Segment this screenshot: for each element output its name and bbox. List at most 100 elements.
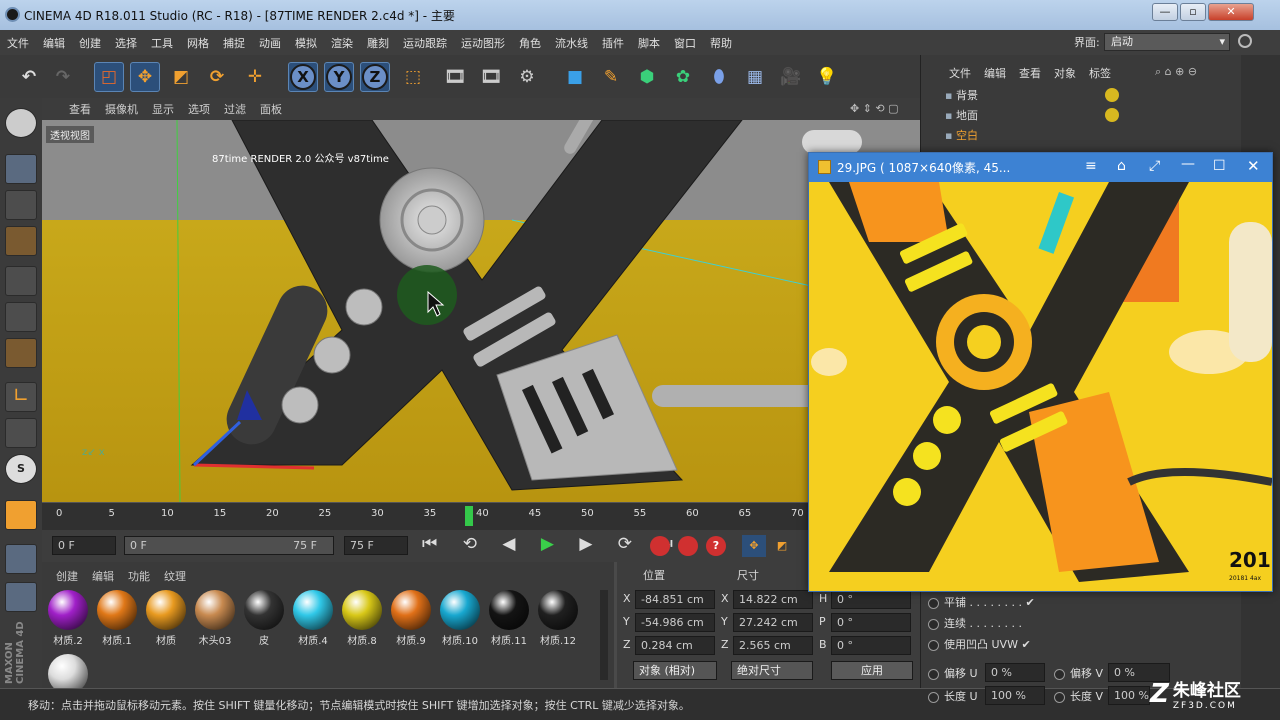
timeline-ruler[interactable]: 0 5 10 15 20 25 30 35 40 45 50 55 60 65 70 [42,502,920,530]
workplane-grid-icon[interactable] [5,544,37,574]
locked-workplane-icon[interactable] [5,582,37,612]
material-menu-item[interactable]: 编辑 [92,568,114,584]
object-menu-item[interactable]: 编辑 [984,65,1006,81]
cloner-icon[interactable]: ✿ [668,62,698,92]
menu-item[interactable]: 网格 [180,35,216,51]
menu-item[interactable]: 运动图形 [454,35,512,51]
material-tag-icon[interactable] [1105,88,1119,102]
size-mode-select[interactable]: 绝对尺寸 [731,661,813,680]
menu-item[interactable]: 雕刻 [360,35,396,51]
viewport-menu-item[interactable]: 显示 [145,101,181,117]
search-icon[interactable] [1238,34,1252,48]
rotate-tool-icon[interactable]: ⟳ [202,62,232,92]
minimize-icon[interactable]: — [1181,156,1195,172]
object-manager-icons[interactable]: ⌕ ⌂ ⊕ ⊖ [1155,65,1197,79]
transform-tool-icon[interactable]: ✛ [240,62,270,92]
coordinate-system-icon[interactable]: ⬚ [398,62,428,92]
viewport-nav-icons[interactable]: ✥ ⇕ ⟲ ▢ [850,102,899,115]
frame-range-slider[interactable]: 0 F 75 F [124,536,334,555]
workplane-mode-icon[interactable] [5,226,37,256]
model-mode-icon[interactable] [5,154,37,184]
scale-key-icon[interactable]: ◩ [770,535,794,557]
menu-item[interactable]: 文件 [0,35,36,51]
menu-item[interactable]: 帮助 [703,35,739,51]
fullscreen-icon[interactable]: ⤢ [1149,158,1160,174]
menu-item[interactable]: 动画 [252,35,288,51]
position-field[interactable]: -54.986 cm [635,613,715,632]
apply-button[interactable]: 应用 [831,661,913,680]
move-tool-icon[interactable]: ✥ [130,62,160,92]
material-swatch[interactable]: 皮 [242,590,286,647]
material-menu-item[interactable]: 纹理 [164,568,186,584]
length-u-field[interactable]: 100 % [985,686,1045,705]
seamless-option[interactable]: 连续 . . . . . . . . [928,615,1022,631]
maximize-button[interactable]: ▫ [1180,3,1206,21]
light-icon[interactable]: 💡 [812,62,842,92]
texture-mode-icon[interactable] [5,190,37,220]
timeline-playhead[interactable] [465,506,474,526]
material-tag-icon[interactable] [1105,108,1119,122]
pin-icon[interactable]: ⌂ [1117,158,1126,174]
menu-item[interactable]: 模拟 [288,35,324,51]
material-swatch[interactable]: 材质.11 [487,590,531,647]
x-axis-lock-icon[interactable]: X [288,62,318,92]
close-icon[interactable]: ✕ [1247,157,1260,175]
object-menu-item[interactable]: 标签 [1089,65,1111,81]
object-menu-item[interactable]: 对象 [1054,65,1076,81]
floor-icon[interactable]: ▦ [740,62,770,92]
material-swatch[interactable]: 材质.1 [95,590,139,647]
material-swatch[interactable]: 材质.8 [340,590,384,647]
z-axis-lock-icon[interactable]: Z [360,62,390,92]
size-field[interactable]: 2.565 cm [733,636,813,655]
deformer-icon[interactable]: ⬮ [704,62,734,92]
axis-mode-icon[interactable]: ∟ [5,382,37,412]
menu-item[interactable]: 捕捉 [216,35,252,51]
layout-select[interactable]: 启动 ▾ [1104,33,1230,51]
offset-u-field[interactable]: 0 % [985,663,1045,682]
viewport-menu-item[interactable]: 面板 [253,101,289,117]
menu-item[interactable]: 运动跟踪 [396,35,454,51]
viewport-menu-item[interactable]: 查看 [62,101,98,117]
render-settings-icon[interactable]: ⚙ [512,62,542,92]
maximize-icon[interactable]: ☐ [1213,158,1226,174]
position-field[interactable]: -84.851 cm [635,590,715,609]
length-v-field[interactable]: 100 % [1108,686,1150,705]
material-menu-item[interactable]: 创建 [56,568,78,584]
viewport-menu-item[interactable]: 过滤 [217,101,253,117]
current-frame-field[interactable]: 0 F [52,536,116,555]
viewport-menu-item[interactable]: 选项 [181,101,217,117]
tweak-mode-icon[interactable] [5,418,37,448]
record-keyframe-icon[interactable] [650,536,670,556]
material-swatch[interactable]: 材质.9 [389,590,433,647]
material-swatch[interactable]: 材质 [144,590,188,647]
undo-icon[interactable]: ↶ [14,62,44,92]
points-mode-icon[interactable] [5,266,37,296]
menu-item[interactable]: 编辑 [36,35,72,51]
object-menu-item[interactable]: 查看 [1019,65,1041,81]
coordinate-mode-select[interactable]: 对象 (相对) [633,661,717,680]
close-button[interactable]: ✕ [1208,3,1254,21]
material-menu-item[interactable]: 功能 [128,568,150,584]
menu-item[interactable]: 脚本 [631,35,667,51]
material-scrollbar[interactable] [600,590,608,680]
image-viewer-titlebar[interactable]: 29.JPG ( 1087×640像素, 45... ≡ ⌂ ⤢ — ☐ ✕ [809,153,1272,182]
size-field[interactable]: 27.242 cm [733,613,813,632]
tile-option[interactable]: 平铺 . . . . . . . . ✔ [928,594,1035,610]
size-field[interactable]: 14.822 cm [733,590,813,609]
material-swatch[interactable]: 材质.10 [438,590,482,647]
y-axis-lock-icon[interactable]: Y [324,62,354,92]
make-editable-icon[interactable] [5,108,37,138]
bump-uvw-option[interactable]: 使用凹凸 UVW ✔ [928,636,1031,652]
perspective-viewport[interactable]: z↙ x 透视视图 87time RENDER 2.0 公众号 v87time [42,120,920,502]
edges-mode-icon[interactable] [5,302,37,332]
object-row[interactable]: ▪ 空白 [945,127,1235,146]
menu-item[interactable]: 工具 [144,35,180,51]
position-field[interactable]: 0.284 cm [635,636,715,655]
viewport-menu-item[interactable]: 摄像机 [98,101,145,117]
pen-spline-icon[interactable]: ✎ [596,62,626,92]
cube-primitive-icon[interactable]: ■ [560,62,590,92]
material-swatch[interactable]: 木头03 [193,590,237,647]
camera-icon[interactable]: 🎥 [776,62,806,92]
autokey-icon[interactable] [678,536,698,556]
object-menu-item[interactable]: 文件 [949,65,971,81]
